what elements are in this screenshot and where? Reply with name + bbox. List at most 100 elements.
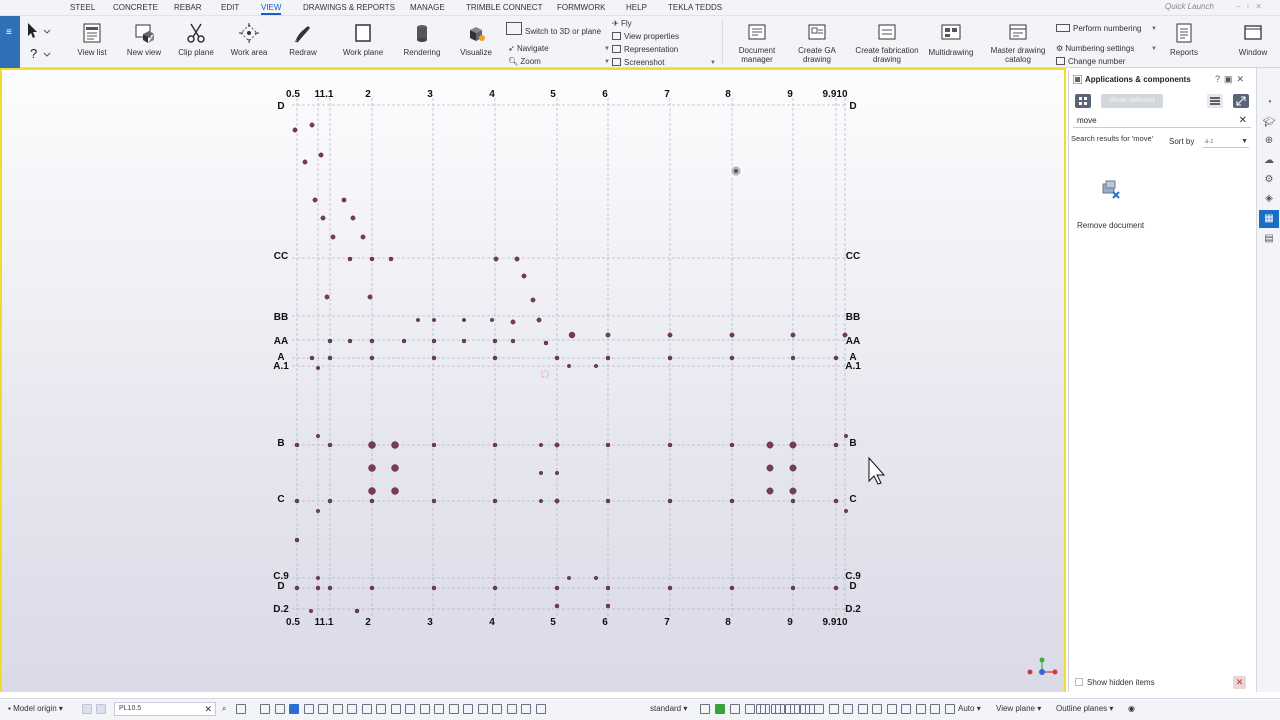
model-point[interactable] (729, 585, 735, 591)
model-point[interactable] (360, 234, 366, 240)
snap-tool-icon[interactable] (700, 704, 710, 714)
snap-switch-icon[interactable] (915, 704, 926, 714)
snap-tool-icon[interactable] (361, 704, 372, 714)
snap-tool-icon[interactable] (376, 704, 386, 714)
model-point[interactable] (554, 498, 560, 504)
sort-by-select[interactable]: a-z ▼ (1203, 136, 1249, 148)
model-point[interactable] (667, 498, 673, 504)
model-point[interactable] (594, 364, 599, 369)
model-point[interactable] (554, 585, 560, 591)
tab-steel[interactable]: STEEL (70, 3, 95, 12)
create-fabrication-button[interactable]: Create fabrication drawing (850, 22, 924, 68)
model-view[interactable]: 0.5 0.5 11.1 11.1 2 2 3 3 4 4 5 5 6 6 7 7 8 8 9 9 9.910 9.910… (0, 68, 1066, 692)
auto-select[interactable]: Auto ▾ (958, 704, 981, 713)
snap-tool-icon[interactable] (448, 704, 459, 714)
snap-tool-icon[interactable] (715, 704, 725, 714)
model-point[interactable] (347, 256, 353, 262)
snap-switch-icon[interactable] (843, 704, 853, 714)
model-point[interactable] (790, 355, 796, 361)
model-point[interactable] (539, 443, 544, 448)
model-point[interactable] (302, 159, 308, 165)
fly-button[interactable]: ✈ Fly (612, 18, 632, 29)
cube-icon[interactable]: ◈ (1262, 192, 1276, 206)
tab-rebar[interactable]: REBAR (174, 3, 202, 12)
snap-tool-icon[interactable] (434, 704, 444, 714)
model-point[interactable] (536, 317, 542, 323)
navigate-button[interactable]: ➶ Navigate (508, 43, 549, 54)
snap-switch-icon[interactable] (930, 704, 940, 714)
document-icon[interactable]: ▤ (1262, 232, 1276, 246)
reports-button[interactable]: Reports (1166, 22, 1202, 68)
settings-icon[interactable]: ⚙ (1262, 173, 1276, 187)
tab-manage[interactable]: MANAGE (410, 3, 445, 12)
new-view-button[interactable]: New view ▼ (124, 22, 164, 78)
model-point[interactable] (316, 509, 321, 514)
cloud-icon[interactable]: ☁ (1262, 154, 1276, 168)
model-point[interactable] (729, 355, 735, 361)
model-point[interactable] (729, 332, 735, 338)
model-point[interactable] (605, 498, 611, 504)
model-point[interactable] (431, 498, 437, 504)
model-point[interactable] (367, 294, 373, 300)
tab-formwork[interactable]: FORMWORK (557, 3, 605, 12)
standard-select[interactable]: standard ▾ (650, 704, 687, 713)
model-point[interactable] (568, 331, 576, 339)
model-point[interactable] (539, 499, 544, 504)
snap-switch-icon[interactable] (799, 704, 810, 714)
model-point[interactable] (316, 576, 321, 581)
rendering-button[interactable]: Rendering ▼ (401, 22, 443, 78)
model-point[interactable] (766, 487, 774, 495)
snap-tool-icon[interactable] (332, 704, 343, 714)
tab-edit[interactable]: EDIT (221, 3, 239, 12)
snap-tool-icon[interactable] (274, 704, 285, 714)
model-point[interactable] (554, 603, 560, 609)
model-point[interactable] (539, 471, 544, 476)
model-point[interactable] (341, 197, 347, 203)
model-point[interactable] (315, 585, 321, 591)
model-point[interactable] (347, 338, 353, 344)
perform-numbering-button[interactable]: Perform numbering (1056, 23, 1141, 34)
snap-switch-icon[interactable] (901, 704, 911, 714)
model-point[interactable] (530, 297, 536, 303)
model-point[interactable] (554, 355, 560, 361)
window-button[interactable]: Window ▼ (1234, 22, 1272, 78)
outline-planes-select[interactable]: Outline planes ▾ (1056, 704, 1113, 713)
model-point[interactable] (327, 585, 333, 591)
multidrawing-button[interactable]: Multidrawing ▼ (926, 22, 976, 78)
model-point[interactable] (493, 256, 499, 262)
model-point[interactable] (594, 576, 599, 581)
grid-plan[interactable]: 0.5 0.5 11.1 11.1 2 2 3 3 4 4 5 5 6 6 7 7 8 8 9 9 9.910 9.910… (0, 68, 1066, 692)
master-drawing-catalog-button[interactable]: Master drawing catalog (988, 22, 1048, 68)
model-point[interactable] (354, 608, 360, 614)
model-point[interactable] (318, 152, 324, 158)
snap-tool-icon[interactable] (390, 704, 401, 714)
model-point[interactable] (461, 338, 467, 344)
representation-button[interactable]: Representation (612, 44, 678, 55)
model-point[interactable] (294, 442, 300, 448)
snap-tool-icon[interactable] (419, 704, 430, 714)
component-search-input[interactable] (1073, 114, 1233, 127)
snap-switch-icon[interactable] (872, 704, 882, 714)
tab-view[interactable]: VIEW (261, 3, 282, 15)
redraw-button[interactable]: Redraw ▼ (283, 22, 323, 78)
model-point[interactable] (292, 127, 298, 133)
snap-tool-icon[interactable] (477, 704, 488, 714)
list-menu-icon[interactable] (1207, 94, 1223, 108)
numbering-settings-button[interactable]: ⚙ Numbering settings (1056, 43, 1134, 54)
model-point[interactable] (492, 442, 498, 448)
tab-trimble-connect[interactable]: TRIMBLE CONNECT (466, 3, 542, 12)
model-point[interactable] (369, 256, 375, 262)
snap-switch-icon[interactable] (770, 704, 781, 714)
zoom-selected-icon[interactable] (236, 704, 246, 714)
model-point[interactable] (431, 585, 437, 591)
window-controls[interactable]: –▫✕ (1236, 2, 1268, 11)
model-point[interactable] (567, 576, 572, 581)
model-point[interactable] (309, 122, 315, 128)
model-point[interactable] (431, 355, 437, 361)
model-point[interactable] (790, 585, 796, 591)
model-point[interactable] (789, 441, 797, 449)
model-point[interactable] (790, 332, 796, 338)
clear-search-icon[interactable]: ✕ (1239, 115, 1247, 126)
model-point[interactable] (368, 441, 376, 449)
snap-switch-icon[interactable] (828, 704, 839, 714)
